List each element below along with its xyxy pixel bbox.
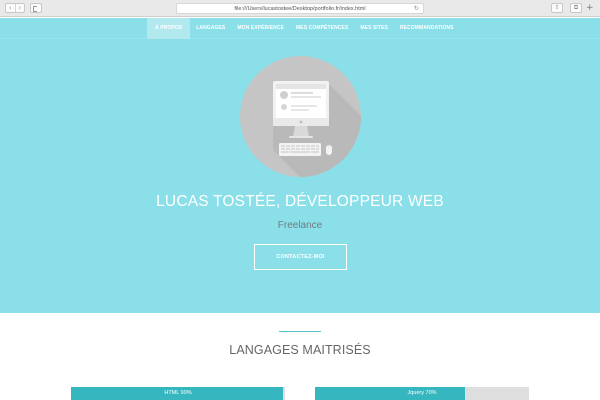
skill-bar-html: HTML 99% <box>71 387 285 400</box>
computer-illustration-svg <box>273 81 361 177</box>
languages-section: LANGAGES MAITRISÉS HTML 99% Jquery 70% <box>0 313 600 400</box>
tabs-overview-icon[interactable]: ⧉ <box>570 3 582 13</box>
computer-illustration-icon <box>240 56 361 177</box>
hero-section: LUCAS TOSTÉE, DÉVELOPPEUR WEB Freelance … <box>0 39 600 313</box>
section-divider <box>279 331 321 332</box>
site-navbar: À PROPOS LANGAGES MON EXPÉRIENCE MES COM… <box>0 18 600 39</box>
contact-button[interactable]: CONTACTEZ-MOI <box>254 244 347 270</box>
nav-menu: À PROPOS LANGAGES MON EXPÉRIENCE MES COM… <box>147 18 460 39</box>
nav-item-recommandations[interactable]: RECOMMANDATIONS <box>394 18 460 39</box>
new-tab-icon[interactable]: + <box>586 3 594 13</box>
hero-title: LUCAS TOSTÉE, DÉVELOPPEUR WEB <box>156 193 444 210</box>
history-buttons: ‹ › <box>5 3 25 13</box>
browser-toolbar: ‹ › file:///Users/lucastostee/Desktop/po… <box>0 0 600 17</box>
section-heading: LANGAGES MAITRISÉS <box>229 343 371 357</box>
forward-button[interactable]: › <box>14 4 25 12</box>
nav-item-a-propos[interactable]: À PROPOS <box>147 18 191 39</box>
nav-item-experience[interactable]: MON EXPÉRIENCE <box>231 18 290 39</box>
hero-subtitle: Freelance <box>277 220 323 231</box>
share-icon[interactable]: ⇧ <box>551 3 563 13</box>
back-button[interactable]: ‹ <box>6 4 15 12</box>
address-bar[interactable]: file:///Users/lucastostee/Desktop/portfo… <box>176 3 424 14</box>
skill-bar-label: Jquery 70% <box>407 390 437 396</box>
nav-item-langages[interactable]: LANGAGES <box>190 18 231 39</box>
skill-bar-jquery: Jquery 70% <box>315 387 529 400</box>
nav-item-competences[interactable]: MES COMPÉTENCES <box>290 18 354 39</box>
skill-bar-label: HTML 99% <box>164 390 192 396</box>
nav-item-sites[interactable]: MES SITES <box>354 18 394 39</box>
url-text: file:///Users/lucastostee/Desktop/portfo… <box>234 6 366 12</box>
sidebar-toggle-icon[interactable] <box>30 3 42 13</box>
reload-icon[interactable]: ↻ <box>414 4 419 14</box>
